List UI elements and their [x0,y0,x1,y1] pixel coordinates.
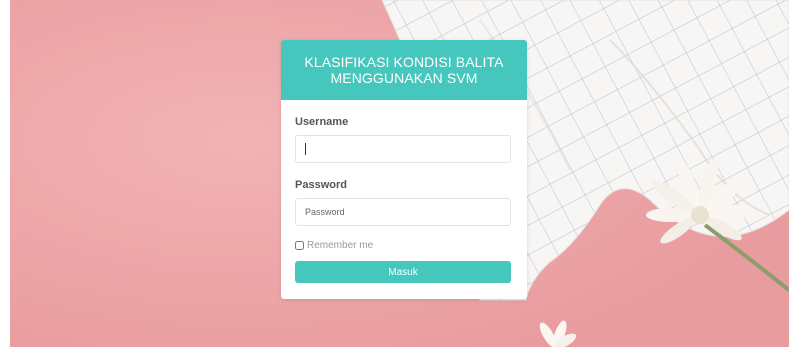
background-photo: KLASIFIKASI KONDISI BALITA MENGGUNAKAN S… [10,0,789,347]
password-input[interactable] [295,198,511,226]
login-card: KLASIFIKASI KONDISI BALITA MENGGUNAKAN S… [281,40,527,299]
password-label: Password [295,179,347,191]
submit-button[interactable]: Masuk [295,261,511,283]
text-cursor [305,143,306,155]
remember-me-label: Remember me [307,239,374,251]
app-title-line-2: MENGGUNAKAN SVM [330,70,478,86]
username-label: Username [295,116,349,128]
username-input[interactable] [295,135,511,163]
login-header: KLASIFIKASI KONDISI BALITA MENGGUNAKAN S… [281,40,527,100]
remember-me-option[interactable]: Remember me [295,238,513,252]
login-form: Username Password Remember me Masuk [281,100,527,283]
checkbox-unchecked-icon[interactable] [295,240,304,250]
app-title-line-1: KLASIFIKASI KONDISI BALITA [304,54,504,70]
username-field-wrapper [295,135,513,163]
